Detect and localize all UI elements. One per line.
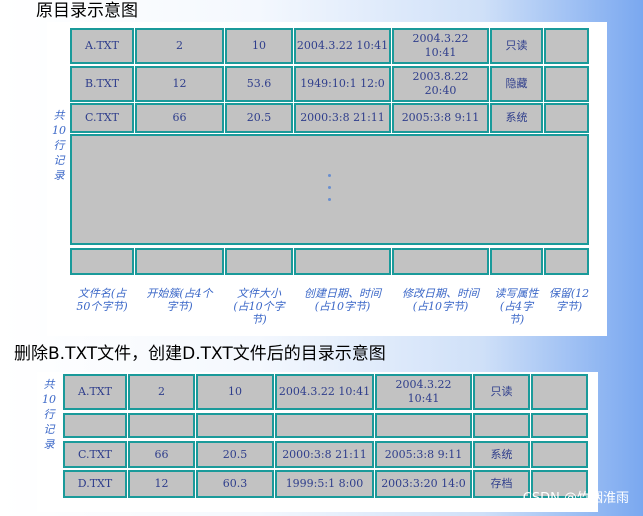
cell-reserved [544,28,589,64]
cell-attribute [473,413,530,438]
cell-filename: C.TXT [70,103,134,133]
cell-created: 1999:5:1 8:00 [275,470,374,498]
cell-filename: B.TXT [70,66,134,102]
cell-filename: A.TXT [63,374,127,410]
cell-reserved [531,441,588,468]
cell-attribute: 只读 [490,28,543,64]
cell-file-size: 20.5 [225,103,293,133]
empty-cell-reserved [544,248,589,275]
caption-reserved: 保留(12 字节) [548,287,590,313]
cell-attribute: 存档 [473,470,530,498]
cell-attribute: 系统 [473,441,530,468]
record-count-label-2: 共 10 行 记 录 [42,378,56,451]
cell-filename [63,413,127,438]
cell-start-cluster: 2 [128,374,195,410]
cell-modified: 2005:3:8 9:11 [375,441,472,468]
caption-modified: 修改日期、时间 (占10字节) [402,287,479,313]
cell-modified: 2004.3.22 10:41 [375,374,472,410]
cell-reserved [531,413,588,438]
cell-reserved [531,374,588,410]
cell-created: 2004.3.22 10:41 [294,28,391,64]
cell-file-size [196,413,274,438]
cell-created [275,413,374,438]
cell-created: 2000:3:8 21:11 [294,103,391,133]
ellipsis-dot [328,186,331,189]
watermark: CSDN @竹烟淮雨 [522,491,629,506]
cell-start-cluster: 12 [128,470,195,498]
cell-attribute: 只读 [473,374,530,410]
cell-file-size: 20.5 [196,441,274,468]
caption-created: 创建日期、时间 (占10字节) [304,287,381,313]
cell-filename: A.TXT [70,28,134,64]
caption-filename: 文件名(占 50个字节) [76,287,128,313]
cell-start-cluster: 66 [135,103,224,133]
cell-file-size: 10 [196,374,274,410]
cell-file-size: 53.6 [225,66,293,102]
cell-modified: 2003:3:20 14:0 [375,470,472,498]
cell-start-cluster: 66 [128,441,195,468]
cell-reserved [544,103,589,133]
cell-modified: 2005:3:8 9:11 [392,103,489,133]
cell-modified: 2003.8.22 20:40 [392,66,489,102]
cell-reserved [544,66,589,102]
diagram-title-modified: 删除B.TXT文件，创建D.TXT文件后的目录示意图 [14,344,386,364]
omitted-records-block [70,134,589,245]
caption-file-size: 文件大小 (占10个字 节) [233,287,285,326]
cell-start-cluster [128,413,195,438]
empty-cell-file-size [225,248,293,275]
ellipsis-dot [328,198,331,201]
empty-cell-created [294,248,391,275]
ellipsis-dots [327,174,333,201]
cell-attribute: 隐藏 [490,66,543,102]
cell-start-cluster: 12 [135,66,224,102]
cell-created: 2000:3:8 21:11 [275,441,374,468]
ellipsis-dot [328,174,331,177]
cell-created: 2004.3.22 10:41 [275,374,374,410]
cell-file-size: 10 [225,28,293,64]
caption-start-cluster: 开始簇(占4个 字节) [146,287,213,313]
empty-cell-modified [392,248,489,275]
cell-modified [375,413,472,438]
empty-cell-start-cluster [135,248,224,275]
empty-cell-attribute [490,248,543,275]
cell-file-size: 60.3 [196,470,274,498]
cell-modified: 2004.3.22 10:41 [392,28,489,64]
cell-filename: C.TXT [63,441,127,468]
diagram-title-original: 原目录示意图 [36,1,138,21]
cell-attribute: 系统 [490,103,543,133]
record-count-label: 共 10 行 记 录 [52,109,66,182]
caption-attribute: 读写属性 (占4字 节) [494,287,539,326]
cell-start-cluster: 2 [135,28,224,64]
empty-cell-filename [70,248,134,275]
cell-filename: D.TXT [63,470,127,498]
cell-created: 1949:10:1 12:0 [294,66,391,102]
